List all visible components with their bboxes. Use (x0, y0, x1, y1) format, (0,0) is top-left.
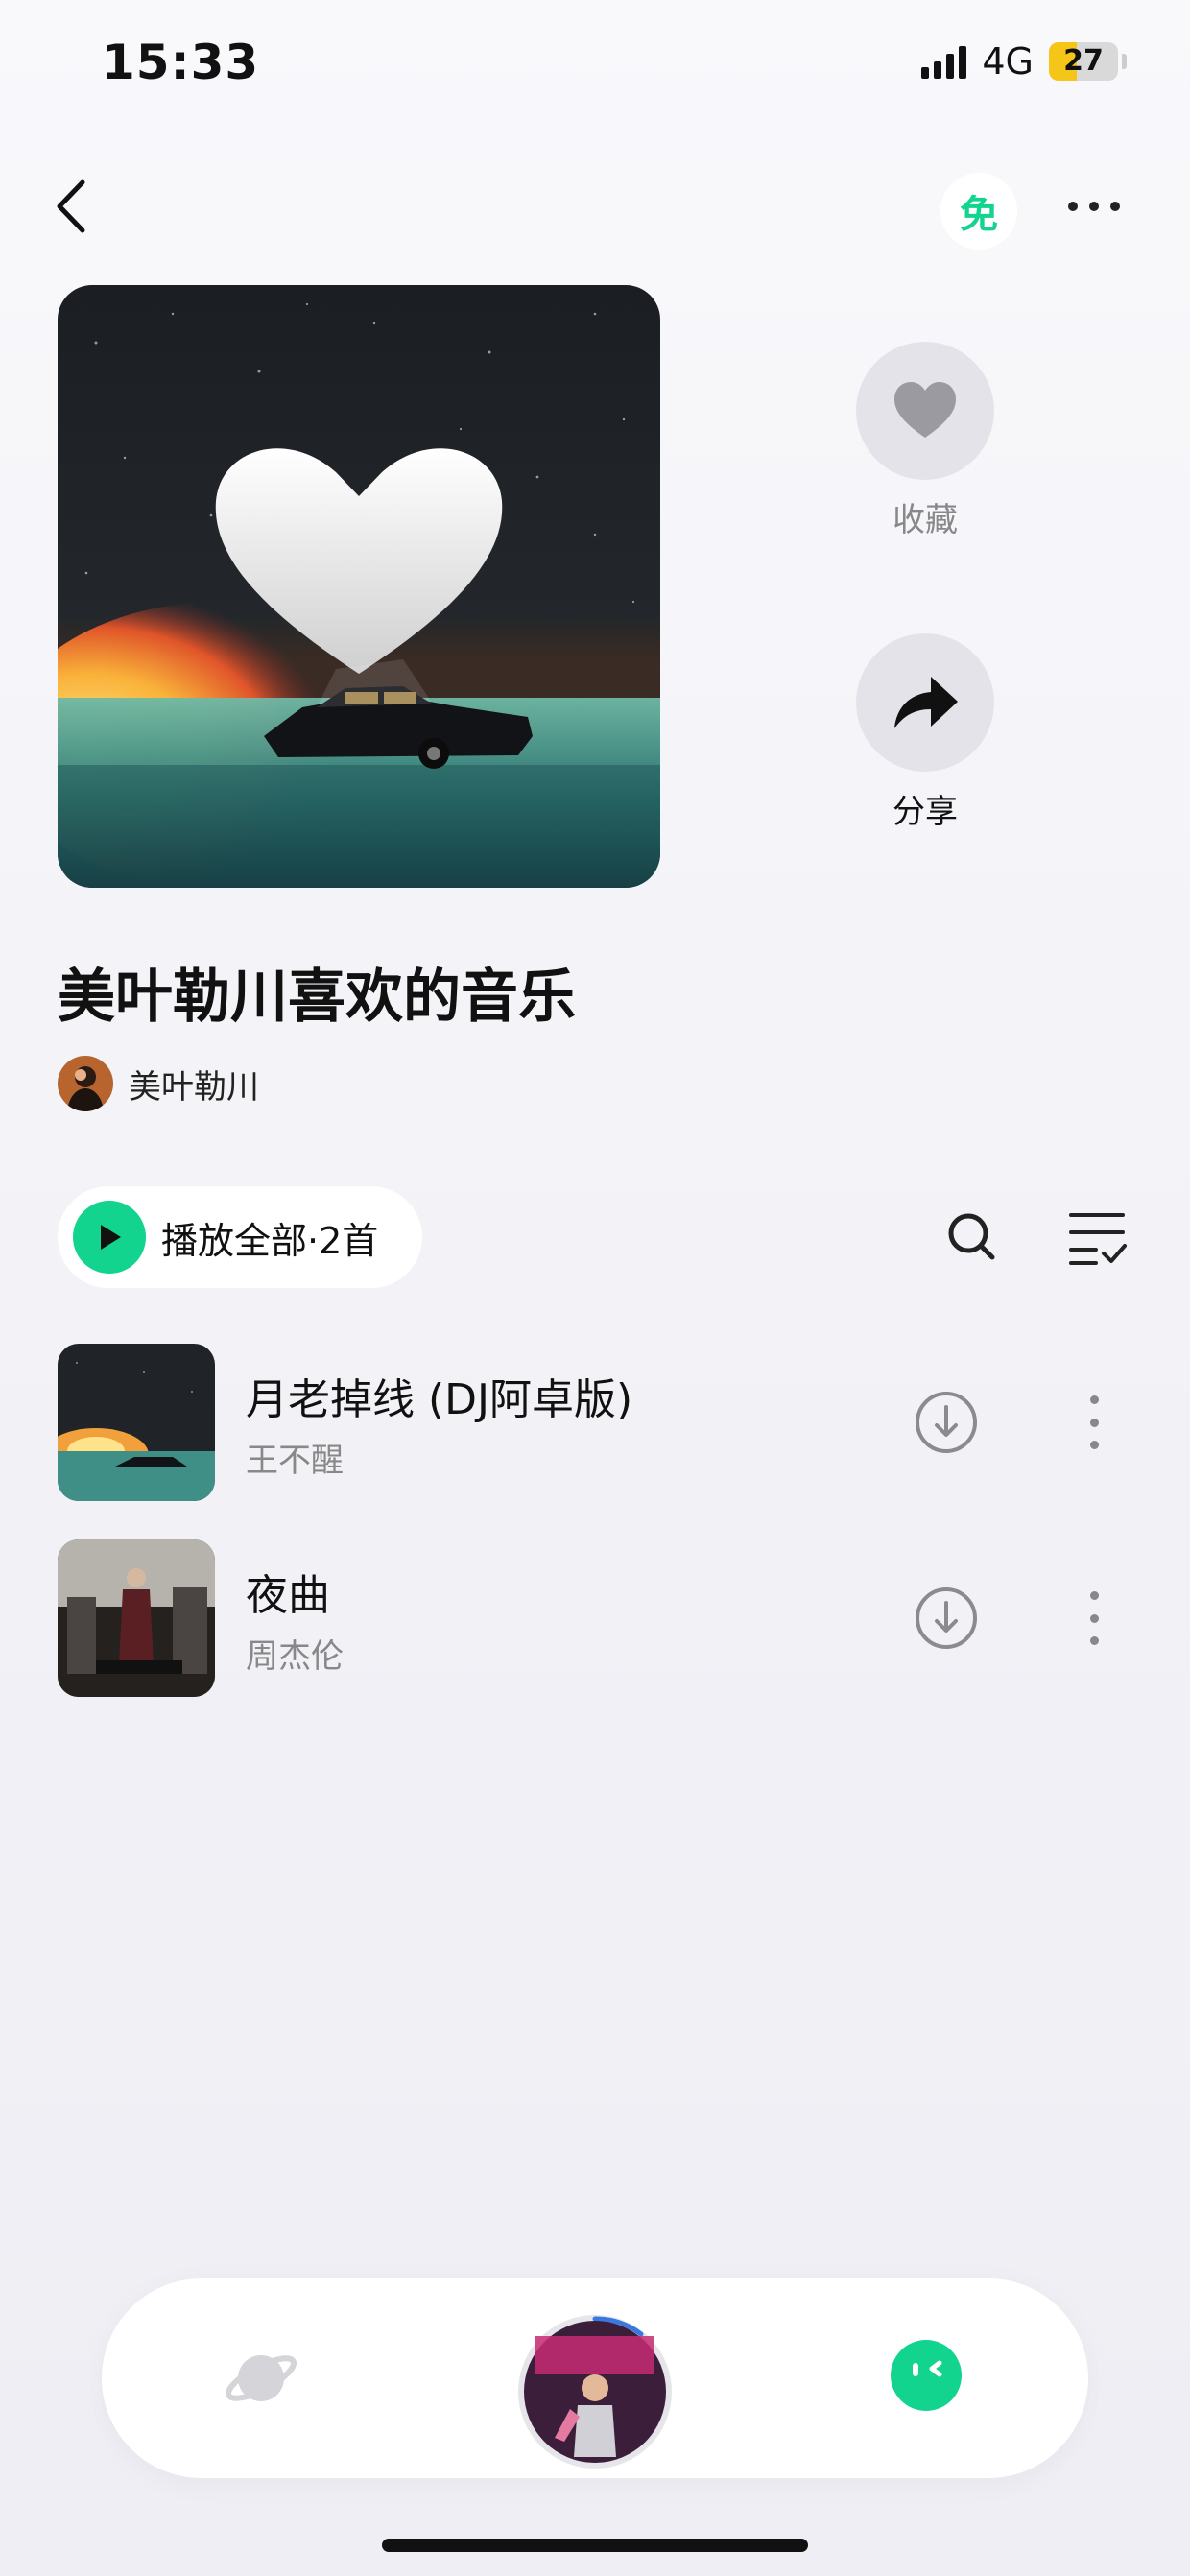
profile-tab[interactable] (891, 2340, 962, 2411)
playlist-cover[interactable] (58, 285, 660, 888)
battery-icon: 27 (1049, 42, 1118, 81)
list-item[interactable]: 月老掉线 (DJ阿卓版) 王不醒 (58, 1344, 1132, 1503)
back-button[interactable] (48, 173, 106, 240)
play-all-button[interactable]: 播放全部·2首 (58, 1186, 422, 1288)
more-dot (1089, 1441, 1099, 1449)
avatar[interactable] (58, 1056, 113, 1111)
planet-icon (225, 2355, 298, 2401)
favorite-button[interactable] (856, 342, 994, 480)
creator-avatar-image (58, 1056, 113, 1111)
search-icon (948, 1213, 995, 1260)
home-indicator (382, 2539, 808, 2552)
heart-icon (894, 382, 956, 438)
song-title: 夜曲 (246, 1571, 330, 1620)
more-dot (1068, 202, 1078, 211)
download-button[interactable] (912, 1388, 981, 1457)
share-button[interactable] (856, 633, 994, 772)
favorite-action[interactable]: 收藏 (848, 342, 1002, 540)
now-playing-disc (518, 2315, 672, 2469)
status-indicators: 4G 27 (921, 40, 1127, 83)
download-button[interactable] (912, 1584, 981, 1653)
song-title: 月老掉线 (DJ阿卓版) (246, 1375, 633, 1424)
play-all-label: 播放全部·2首 (161, 1219, 379, 1262)
more-dot (1089, 1636, 1099, 1645)
search-button[interactable] (940, 1205, 1004, 1269)
song-cover (58, 1539, 215, 1697)
list-item[interactable]: 夜曲 周杰伦 (58, 1539, 1132, 1699)
song-artist: 王不醒 (246, 1442, 344, 1480)
creator-name[interactable]: 美叶勒川 (129, 1061, 259, 1108)
multi-select-icon (1069, 1213, 1127, 1265)
now-playing-button[interactable] (516, 2313, 674, 2470)
play-icon (73, 1201, 146, 1274)
song-more-button[interactable] (1075, 1388, 1113, 1457)
more-dot (1089, 202, 1099, 211)
battery-level: 27 (1063, 44, 1104, 78)
signal-icon (921, 44, 967, 79)
more-dot (1089, 1591, 1099, 1600)
profile-face-icon (913, 2360, 942, 2377)
network-type: 4G (982, 40, 1034, 83)
playlist-title: 美叶勒川喜欢的音乐 (58, 964, 576, 1031)
more-options-button[interactable] (1056, 182, 1132, 230)
more-dot (1110, 202, 1120, 211)
more-dot (1089, 1613, 1099, 1623)
free-mode-button[interactable]: 免 (940, 173, 1017, 250)
bottom-nav (102, 2278, 1088, 2478)
download-icon (916, 1392, 977, 1453)
cover-artwork (58, 285, 660, 888)
song-more-button[interactable] (1075, 1584, 1113, 1653)
creator-info[interactable]: 美叶勒川 (58, 1056, 259, 1111)
share-action[interactable]: 分享 (848, 633, 1002, 832)
multi-select-button[interactable] (1065, 1205, 1129, 1269)
chevron-left-icon (57, 179, 85, 233)
song-cover (58, 1344, 215, 1501)
song-artist: 周杰伦 (246, 1637, 344, 1676)
battery-tip (1122, 54, 1127, 69)
more-dot (1089, 1418, 1099, 1427)
status-time: 15:33 (102, 35, 260, 90)
share-label: 分享 (892, 793, 958, 831)
explore-tab[interactable] (223, 2340, 299, 2417)
share-arrow-icon (894, 677, 958, 728)
favorite-label: 收藏 (892, 501, 958, 539)
download-icon (916, 1587, 977, 1649)
more-dot (1089, 1395, 1099, 1404)
